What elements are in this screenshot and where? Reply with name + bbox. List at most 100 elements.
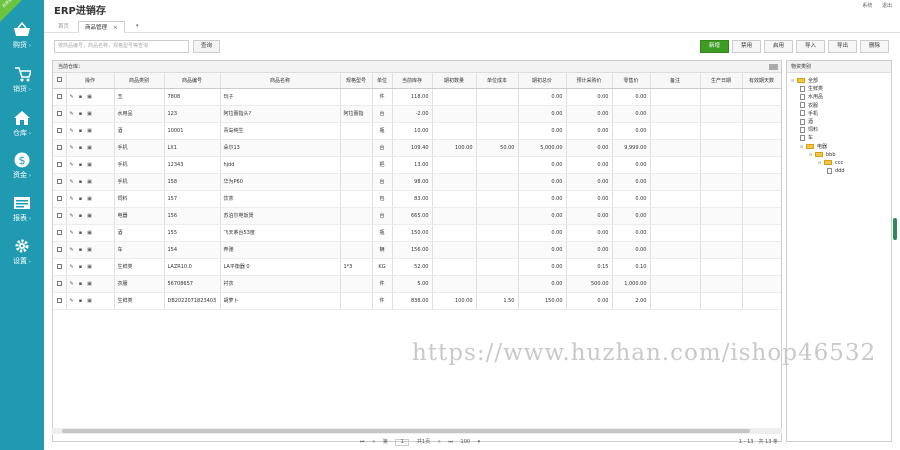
edit-icon[interactable]: ✎ [70,94,74,100]
column-header[interactable]: 操作 [66,73,114,88]
view-icon[interactable]: ▣ [87,264,92,270]
row-checkbox[interactable] [53,258,66,275]
tab-home[interactable]: 首页 [52,21,75,33]
view-icon[interactable]: ▣ [87,281,92,287]
column-header[interactable]: 规格型号 [340,73,372,88]
view-icon[interactable]: ▣ [87,298,92,304]
view-icon[interactable]: ▣ [87,145,92,151]
sidebar-item-sales[interactable]: 销货› [0,66,44,104]
chevron-down-icon[interactable]: ▾ [136,23,139,29]
last-page-icon[interactable]: ⏭ [448,439,453,445]
column-header[interactable]: 预计采购价 [566,73,612,88]
column-header[interactable]: 有效期天数 [742,73,781,88]
column-header[interactable]: 当前库存 [392,73,432,88]
view-icon[interactable]: ▣ [87,230,92,236]
lock-icon[interactable]: ▪ [79,179,82,185]
lock-icon[interactable]: ▪ [79,298,82,304]
column-header[interactable]: 商品名称 [220,73,340,88]
row-checkbox[interactable] [53,173,66,190]
close-icon[interactable]: × [113,25,118,31]
view-icon[interactable]: ▣ [87,213,92,219]
row-checkbox[interactable] [53,139,66,156]
row-checkbox[interactable] [53,224,66,241]
table-row[interactable]: ✎▪▣手机158华为P60台98.000.000.000.00 [53,173,781,190]
tree-node[interactable]: 手机 [800,110,818,118]
lock-icon[interactable]: ▪ [79,281,82,287]
tree-node[interactable]: ⊟ccc [818,159,843,167]
sidebar-item-reports[interactable]: 报表› [0,195,44,233]
add-button[interactable]: 新增 [700,40,729,53]
column-header[interactable]: 备注 [650,73,700,88]
sidebar-item-settings[interactable]: 设置› [0,238,44,276]
tree-node[interactable]: ddd [827,167,845,175]
edit-icon[interactable]: ✎ [70,247,74,253]
edit-icon[interactable]: ✎ [70,281,74,287]
edit-icon[interactable]: ✎ [70,111,74,117]
lock-icon[interactable]: ▪ [79,196,82,202]
table-row[interactable]: ✎▪▣水用品123阿拉蕾指头?阿拉蕾指台-2.000.000.000.00 [53,105,781,122]
export-button[interactable]: 导出 [828,40,857,53]
edit-icon[interactable]: ✎ [70,162,74,168]
scrollbar-thumb[interactable] [62,429,750,433]
lock-icon[interactable]: ▪ [79,247,82,253]
collapse-icon[interactable] [769,64,778,70]
tree-node[interactable]: 饲料 [800,126,818,134]
page-size-select[interactable]: 100 ▾ [461,439,481,445]
tree-node[interactable]: ⊟bbb [809,151,836,159]
table-row[interactable]: ✎▪▣衣服56708657衬衣件5.000.00500.001,000.00 [53,275,781,292]
lock-icon[interactable]: ▪ [79,94,82,100]
view-icon[interactable]: ▣ [87,162,92,168]
column-header[interactable]: 期初总价 [518,73,566,88]
edit-icon[interactable]: ✎ [70,298,74,304]
edit-icon[interactable]: ✎ [70,196,74,202]
column-header[interactable]: 商品编号 [164,73,220,88]
view-icon[interactable]: ▣ [87,196,92,202]
search-input[interactable]: 按商品编号，商品名称，规格型号等查询 [54,40,189,53]
table-row[interactable]: ✎▪▣手机12343hjdd把13.000.000.000.00 [53,156,781,173]
tree-node[interactable]: 酒 [800,118,813,126]
table-row[interactable]: ✎▪▣饲料157饮茶包83.000.000.000.00 [53,190,781,207]
row-checkbox[interactable] [53,122,66,139]
lock-icon[interactable]: ▪ [79,145,82,151]
edit-icon[interactable]: ✎ [70,179,74,185]
edit-icon[interactable]: ✎ [70,128,74,134]
lock-icon[interactable]: ▪ [79,162,82,168]
next-page-icon[interactable]: » [438,439,441,445]
table-row[interactable]: ✎▪▣手机LX1朵尔13台109.40100.0050.005,000.000.… [53,139,781,156]
tree-node[interactable]: 生鲜类 [800,85,823,93]
logout-link[interactable]: 退出 [882,3,892,9]
sidebar-item-funds[interactable]: $ 资金› [0,152,44,190]
row-checkbox[interactable] [53,275,66,292]
view-icon[interactable]: ▣ [87,179,92,185]
view-icon[interactable]: ▣ [87,94,92,100]
row-checkbox[interactable] [53,292,66,309]
column-header[interactable]: 单位 [372,73,392,88]
column-header[interactable]: 单位成本 [476,73,518,88]
row-checkbox[interactable] [53,88,66,105]
edit-icon[interactable]: ✎ [70,213,74,219]
edit-icon[interactable]: ✎ [70,230,74,236]
tab-product-management[interactable]: 商品管理× [78,21,125,33]
delete-button[interactable]: 删除 [860,40,889,53]
prev-page-icon[interactable]: « [372,439,375,445]
edit-icon[interactable]: ✎ [70,145,74,151]
row-checkbox[interactable] [53,207,66,224]
table-row[interactable]: ✎▪▣酒155飞天茅台53度瓶150.000.000.000.00 [53,224,781,241]
table-row[interactable]: ✎▪▣玉7808玩子件118.000.000.000.00 [53,88,781,105]
lock-icon[interactable]: ▪ [79,264,82,270]
lock-icon[interactable]: ▪ [79,111,82,117]
table-row[interactable]: ✎▪▣酒10001青岛纯生瓶10.000.000.000.00 [53,122,781,139]
query-button[interactable]: 查询 [193,40,220,53]
tree-node[interactable]: 水用品 [800,93,823,101]
view-icon[interactable]: ▣ [87,128,92,134]
table-row[interactable]: ✎▪▣车154奔驰辆156.000.000.000.00 [53,241,781,258]
row-checkbox[interactable] [53,241,66,258]
disable-button[interactable]: 禁用 [732,40,761,53]
column-header[interactable]: 零售价 [612,73,650,88]
tree-node[interactable]: ⊟全部 [791,77,818,85]
select-all-checkbox[interactable] [53,73,66,88]
import-button[interactable]: 导入 [796,40,825,53]
table-row[interactable]: ✎▪▣生鲜类LAZR10.0LA平衡器 01*3KG52.000.000.150… [53,258,781,275]
edit-icon[interactable]: ✎ [70,264,74,270]
enable-button[interactable]: 启用 [764,40,793,53]
